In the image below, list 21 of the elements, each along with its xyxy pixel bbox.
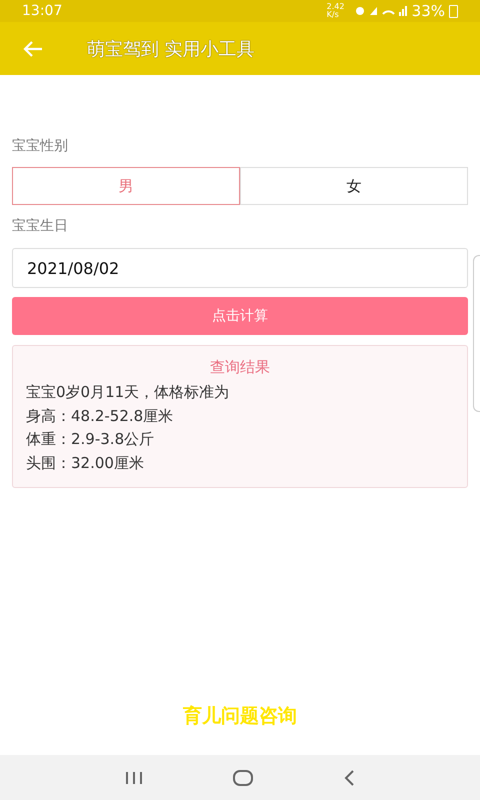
field-label: 宝宝生日: [12, 217, 69, 236]
date-field[interactable]: 2021/08/02: [12, 248, 468, 288]
gender-option[interactable]: 男: [12, 167, 240, 205]
clock-time: 13:07: [22, 3, 62, 19]
result-text: 宝宝0岁0月11天，体格标准为: [26, 382, 230, 403]
result-title: 查询结果: [209, 358, 271, 377]
recent-apps-icon[interactable]: [125, 770, 143, 784]
app-title: 萌宝驾到 实用小工具: [87, 38, 255, 60]
network-speed: 2.42 K/s: [326, 3, 346, 19]
signal-icon: [398, 6, 408, 16]
result-text: 身高：48.2-52.8厘米: [26, 406, 174, 426]
battery-icon: [449, 4, 458, 18]
gender-option[interactable]: 女: [240, 167, 468, 205]
result-text: 头围：32.00厘米: [26, 452, 145, 474]
side-handle[interactable]: [473, 255, 480, 412]
calculate-button[interactable]: 点击计算: [12, 297, 468, 335]
result-text: 体重：2.9-3.8公斤: [26, 429, 156, 450]
field-label: 宝宝性别: [12, 137, 69, 156]
home-icon[interactable]: [233, 770, 253, 786]
back-nav-icon[interactable]: [343, 770, 355, 786]
battery-level: 33%: [412, 2, 445, 20]
